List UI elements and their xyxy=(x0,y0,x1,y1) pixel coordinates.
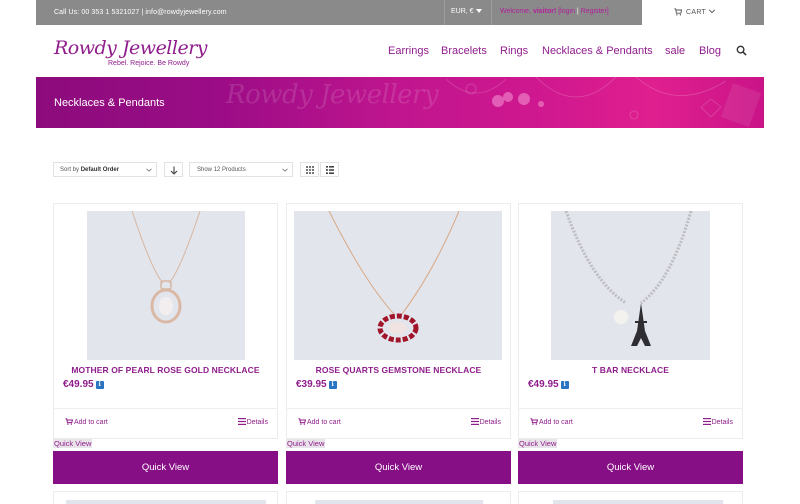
nav-blog[interactable]: Blog xyxy=(699,45,721,57)
quick-view-button[interactable]: Quick View xyxy=(53,451,278,484)
add-to-cart-label: Add to cart xyxy=(74,419,108,426)
price-value: €49.95 xyxy=(528,379,559,390)
product-image[interactable] xyxy=(87,211,245,360)
sort-prefix: Sort by xyxy=(60,167,81,173)
show-value: 12 Products xyxy=(213,167,246,173)
necklace-photo xyxy=(564,211,693,346)
card-divider xyxy=(518,408,743,409)
grid-view-button[interactable] xyxy=(300,162,319,177)
chevron-down-icon xyxy=(282,168,288,172)
product-card: ROSE QUARTS GEMSTONE NECKLACE €39.95 i Ad… xyxy=(286,203,511,487)
cart-label: CART xyxy=(686,9,707,16)
product-image-partial xyxy=(66,500,266,504)
price-value: €49.95 xyxy=(63,379,94,390)
logo-text: Rowdy Jewellery xyxy=(54,37,208,59)
quick-view-button[interactable]: Quick View xyxy=(286,451,511,484)
product-card-partial xyxy=(518,491,743,504)
currency-selector[interactable]: EUR, € xyxy=(451,8,482,15)
necklace-photo xyxy=(328,211,460,343)
details-list-icon xyxy=(702,418,711,425)
top-bar: Call Us: 00 353 1 5321027 | info@rowdyje… xyxy=(36,0,764,25)
login-link[interactable]: [login xyxy=(558,8,575,15)
product-name[interactable]: MOTHER OF PEARL ROSE GOLD NECKLACE xyxy=(53,365,278,375)
product-price: €49.95 i xyxy=(63,379,104,390)
cart-button[interactable]: CART xyxy=(642,0,745,25)
details-label: Details xyxy=(711,419,733,426)
sort-value: Default Order xyxy=(80,167,120,173)
product-card-partial xyxy=(53,491,278,504)
product-image-partial xyxy=(315,500,483,504)
quick-view-link[interactable]: Quick View xyxy=(53,439,93,448)
cart-icon xyxy=(65,418,74,425)
topbar-divider xyxy=(444,0,445,25)
category-banner: Rowdy Jewellery Necklaces & Pendants xyxy=(36,77,764,128)
page-size-dropdown[interactable]: Show 12 Products xyxy=(189,162,293,177)
nav-rings[interactable]: Rings xyxy=(500,45,528,57)
price-value: €39.95 xyxy=(296,379,327,390)
link-separator: | xyxy=(576,8,579,15)
quick-view-button[interactable]: Quick View xyxy=(518,451,743,484)
product-card: MOTHER OF PEARL ROSE GOLD NECKLACE €49.9… xyxy=(53,203,278,487)
details-label: Details xyxy=(246,419,268,426)
cart-icon xyxy=(530,418,539,425)
nav-necklaces-pendants[interactable]: Necklaces & Pendants xyxy=(542,45,653,57)
register-link[interactable]: Register] xyxy=(581,8,609,15)
list-view-icon xyxy=(326,166,334,174)
sort-dropdown[interactable]: Sort by Default Order xyxy=(53,162,157,177)
topbar-divider xyxy=(491,0,492,25)
grid-view-icon xyxy=(306,166,314,174)
details-label: Details xyxy=(479,419,501,426)
details-list-icon xyxy=(470,418,479,425)
card-divider xyxy=(53,408,278,409)
product-image[interactable] xyxy=(551,211,710,360)
cart-icon xyxy=(298,418,307,425)
contact-info: Call Us: 00 353 1 5321027 | info@rowdyje… xyxy=(54,9,227,16)
currency-label: EUR, € xyxy=(451,8,474,15)
show-prefix: Show xyxy=(197,167,214,173)
caret-down-icon xyxy=(475,9,482,14)
details-button[interactable]: Details xyxy=(237,418,268,426)
welcome-user: visitor! xyxy=(532,8,557,15)
add-to-cart-button[interactable]: Add to cart xyxy=(65,418,108,426)
info-icon[interactable]: i xyxy=(560,381,569,389)
add-to-cart-label: Add to cart xyxy=(307,419,341,426)
details-button[interactable]: Details xyxy=(702,418,733,426)
info-icon[interactable]: i xyxy=(95,381,104,389)
add-to-cart-button[interactable]: Add to cart xyxy=(298,418,341,426)
search-icon[interactable] xyxy=(736,45,747,56)
card-divider xyxy=(286,408,511,409)
quick-view-link[interactable]: Quick View xyxy=(518,439,558,448)
chevron-down-icon xyxy=(146,168,152,172)
product-price: €49.95 i xyxy=(528,379,569,390)
chevron-down-icon xyxy=(708,9,716,14)
category-title: Necklaces & Pendants xyxy=(54,97,165,109)
product-name[interactable]: T BAR NECKLACE xyxy=(518,365,743,375)
sort-order-button[interactable] xyxy=(164,162,183,177)
necklace-photo xyxy=(131,211,201,324)
product-price: €39.95 i xyxy=(296,379,337,390)
info-icon[interactable]: i xyxy=(328,381,337,389)
product-card-partial xyxy=(286,491,511,504)
nav-earrings[interactable]: Earrings xyxy=(388,45,429,57)
quick-view-link[interactable]: Quick View xyxy=(286,439,326,448)
product-name[interactable]: ROSE QUARTS GEMSTONE NECKLACE xyxy=(286,365,511,375)
nav-sale[interactable]: sale xyxy=(665,45,685,57)
page: Call Us: 00 353 1 5321027 | info@rowdyje… xyxy=(36,0,764,504)
welcome-text: Welcome, xyxy=(500,8,533,15)
details-button[interactable]: Details xyxy=(470,418,501,426)
cart-icon xyxy=(674,8,682,16)
details-list-icon xyxy=(237,418,246,425)
list-view-button[interactable] xyxy=(320,162,339,177)
nav-bracelets[interactable]: Bracelets xyxy=(441,45,487,57)
add-to-cart-label: Add to cart xyxy=(539,419,573,426)
welcome-area: Welcome, visitor! [login | Register] xyxy=(500,8,609,15)
site-logo[interactable]: Rowdy Jewellery Rebel. Rejoice. Be Rowdy xyxy=(54,37,208,67)
add-to-cart-button[interactable]: Add to cart xyxy=(530,418,573,426)
product-card: T BAR NECKLACE €49.95 i Add to cart Detai… xyxy=(518,203,743,487)
banner-watermark: Rowdy Jewellery xyxy=(226,80,439,110)
sort-arrow-icon xyxy=(170,166,178,175)
product-image[interactable] xyxy=(294,211,502,360)
logo-tagline: Rebel. Rejoice. Be Rowdy xyxy=(108,60,190,67)
product-image-partial xyxy=(553,500,723,504)
